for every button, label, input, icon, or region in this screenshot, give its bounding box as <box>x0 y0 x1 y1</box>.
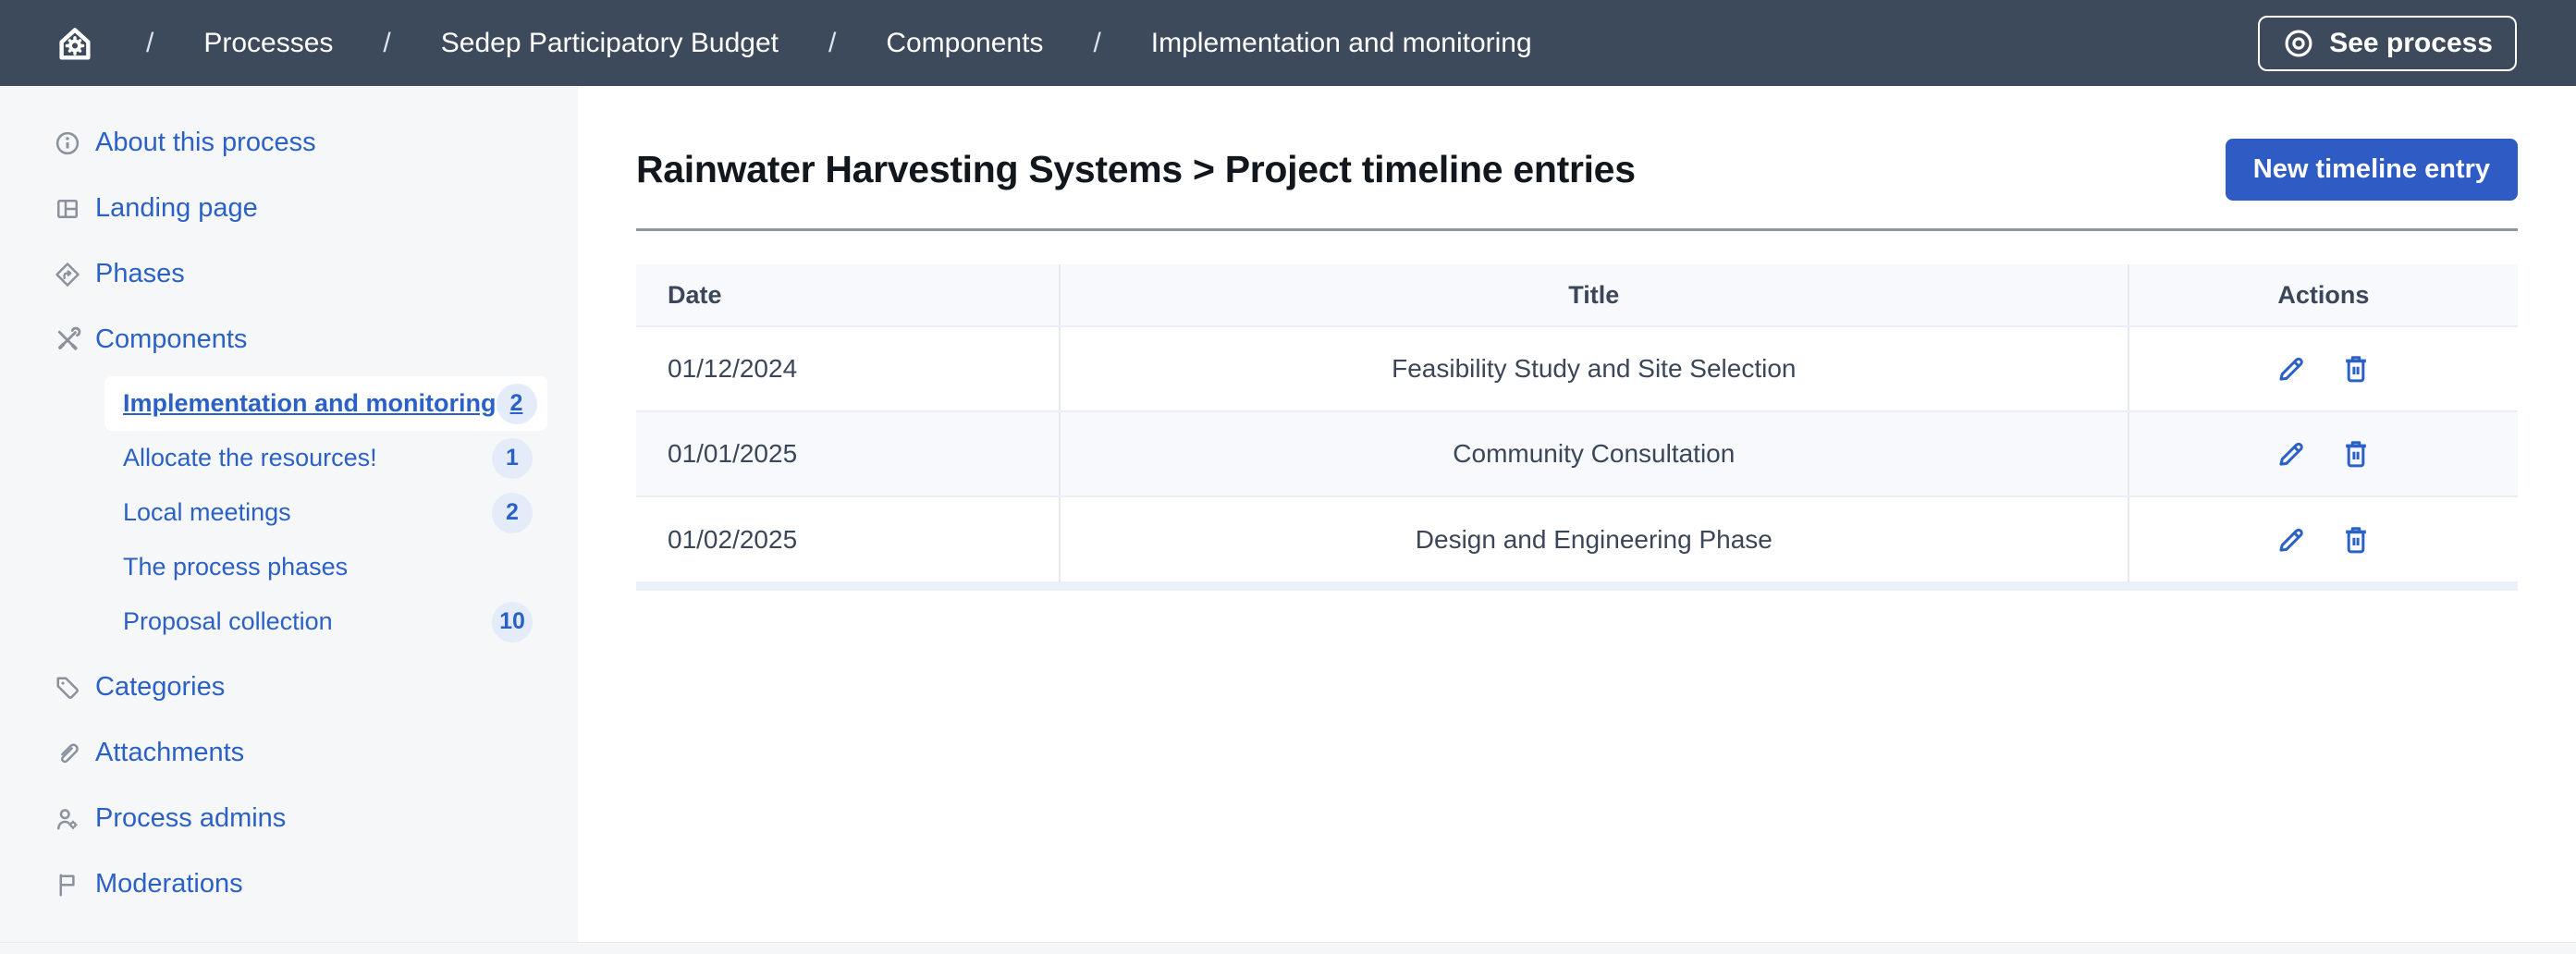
entry-title: Design and Engineering Phase <box>1060 496 2128 581</box>
trash-icon <box>2339 352 2373 385</box>
sidebar-item-attachments[interactable]: Attachments <box>0 720 578 786</box>
home-link[interactable] <box>54 22 96 65</box>
entry-title: Community Consultation <box>1060 411 2128 496</box>
entry-date: 01/12/2024 <box>636 326 1060 411</box>
timeline-entries-table-wrap: Date Title Actions 01/12/2024 Feasibilit… <box>636 264 2518 591</box>
sidebar-subitem-proposal-collection[interactable]: Proposal collection 10 <box>104 594 547 649</box>
components-subnav: Implementation and monitoring 2 Allocate… <box>0 376 578 649</box>
table-row: 01/02/2025 Design and Engineering Phase <box>636 496 2518 581</box>
sidebar-item-label: Categories <box>95 672 225 703</box>
sidebar-item-label: Attachments <box>95 738 244 768</box>
sidebar-item-label: Components <box>95 324 247 355</box>
entry-actions <box>2128 411 2518 496</box>
see-process-label: See process <box>2329 28 2493 59</box>
sidebar-item-label: About this process <box>95 128 316 158</box>
sidebar-item-label: Landing page <box>95 193 258 224</box>
tools-icon <box>54 326 81 354</box>
breadcrumb-components[interactable]: Components <box>886 28 1043 59</box>
header-divider <box>636 228 2518 231</box>
sidebar-item-about-this-process[interactable]: About this process <box>0 110 578 176</box>
user-gear-icon <box>54 805 81 833</box>
sidebar-subitem-allocate-the-resources[interactable]: Allocate the resources! 1 <box>104 431 547 485</box>
sidebar-item-phases[interactable]: Phases <box>0 241 578 307</box>
breadcrumb-separator: / <box>828 28 836 59</box>
sidebar-item-label: Phases <box>95 259 185 289</box>
sidebar-item-label: Moderations <box>95 869 243 899</box>
delete-entry-button[interactable] <box>2339 437 2373 471</box>
delete-entry-button[interactable] <box>2339 523 2373 556</box>
info-icon <box>54 129 81 157</box>
sidebar-subitem-label: The process phases <box>123 553 348 581</box>
home-gear-icon <box>54 22 96 65</box>
breadcrumb-separator: / <box>1093 28 1100 59</box>
page-title: Rainwater Harvesting Systems > Project t… <box>636 148 1636 191</box>
phases-icon <box>54 261 81 288</box>
count-badge: 2 <box>497 384 537 424</box>
timeline-entries-table: Date Title Actions 01/12/2024 Feasibilit… <box>636 264 2518 581</box>
sidebar-item-landing-page[interactable]: Landing page <box>0 176 578 241</box>
layout-icon <box>54 195 81 223</box>
sidebar-subitem-local-meetings[interactable]: Local meetings 2 <box>104 485 547 540</box>
breadcrumb-separator: / <box>146 28 153 59</box>
breadcrumb-current-component[interactable]: Implementation and monitoring <box>1151 28 1532 59</box>
breadcrumb-process-name[interactable]: Sedep Participatory Budget <box>441 28 779 59</box>
edit-entry-button[interactable] <box>2275 352 2308 385</box>
count-badge: 1 <box>492 438 533 479</box>
sidebar-item-label: Process admins <box>95 803 286 834</box>
new-timeline-entry-label: New timeline entry <box>2253 154 2490 184</box>
see-process-button[interactable]: See process <box>2258 16 2517 71</box>
count-badge: 10 <box>492 602 533 642</box>
column-header-title: Title <box>1060 264 2128 326</box>
pencil-icon <box>2275 352 2308 385</box>
entry-title: Feasibility Study and Site Selection <box>1060 326 2128 411</box>
content-header: Rainwater Harvesting Systems > Project t… <box>636 139 2518 201</box>
sidebar-subitem-label: Allocate the resources! <box>123 444 377 472</box>
sidebar-subitem-the-process-phases[interactable]: The process phases <box>104 540 547 594</box>
sidebar-item-moderations[interactable]: Moderations <box>0 851 578 917</box>
column-header-date: Date <box>636 264 1060 326</box>
pencil-icon <box>2275 437 2308 471</box>
table-row: 01/12/2024 Feasibility Study and Site Se… <box>636 326 2518 411</box>
new-timeline-entry-button[interactable]: New timeline entry <box>2226 139 2518 201</box>
edit-entry-button[interactable] <box>2275 523 2308 556</box>
trash-icon <box>2339 437 2373 471</box>
main-content: Rainwater Harvesting Systems > Project t… <box>578 86 2576 942</box>
sidebar-item-process-admins[interactable]: Process admins <box>0 786 578 851</box>
sidebar-subitem-implementation-and-monitoring[interactable]: Implementation and monitoring 2 <box>104 376 547 431</box>
sidebar-subitem-label: Proposal collection <box>123 607 333 636</box>
sidebar-item-components[interactable]: Components <box>0 307 578 373</box>
sidebar-subitem-label: Implementation and monitoring <box>123 389 497 418</box>
flag-icon <box>54 871 81 899</box>
entry-actions <box>2128 496 2518 581</box>
sidebar: About this process Landing page Phases <box>0 86 578 942</box>
tag-icon <box>54 674 81 702</box>
sidebar-item-categories[interactable]: Categories <box>0 654 578 720</box>
eye-icon <box>2282 27 2315 60</box>
table-bottom-stripe <box>636 581 2518 591</box>
column-header-actions: Actions <box>2128 264 2518 326</box>
paperclip-icon <box>54 740 81 767</box>
delete-entry-button[interactable] <box>2339 352 2373 385</box>
edit-entry-button[interactable] <box>2275 437 2308 471</box>
entry-actions <box>2128 326 2518 411</box>
footer-strip <box>0 942 2576 954</box>
table-row: 01/01/2025 Community Consultation <box>636 411 2518 496</box>
entry-date: 01/01/2025 <box>636 411 1060 496</box>
entry-date: 01/02/2025 <box>636 496 1060 581</box>
breadcrumb: / Processes / Sedep Participatory Budget… <box>54 22 1532 65</box>
breadcrumb-separator: / <box>383 28 390 59</box>
trash-icon <box>2339 523 2373 556</box>
pencil-icon <box>2275 523 2308 556</box>
breadcrumb-processes[interactable]: Processes <box>203 28 333 59</box>
topbar: / Processes / Sedep Participatory Budget… <box>0 0 2576 86</box>
count-badge: 2 <box>492 493 533 533</box>
table-header-row: Date Title Actions <box>636 264 2518 326</box>
sidebar-subitem-label: Local meetings <box>123 498 291 527</box>
